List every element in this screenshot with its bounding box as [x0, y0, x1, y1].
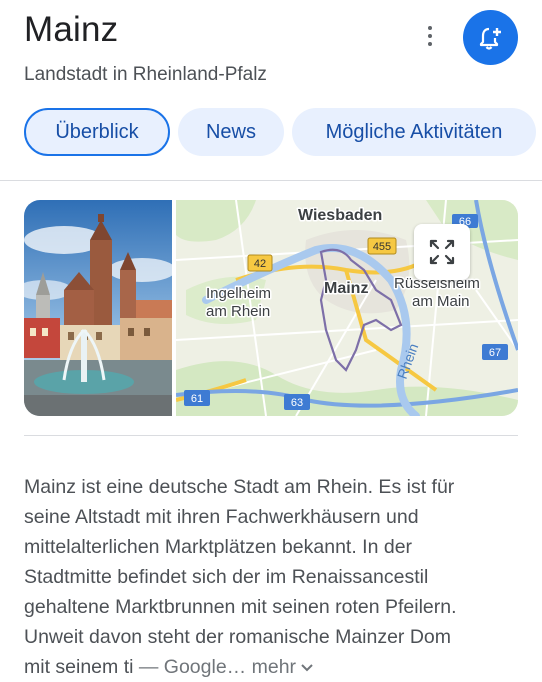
divider — [24, 435, 518, 436]
road-shield-42: 42 — [254, 258, 266, 270]
more-options-button[interactable] — [416, 22, 444, 50]
more-vert-icon — [428, 26, 432, 46]
description-line: Stadtmitte befindet sich der im Renaissa… — [24, 566, 429, 588]
map-label-ingelheim-2: am Rhein — [206, 303, 270, 320]
more-button[interactable]: mehr — [252, 656, 314, 678]
tab-ueberblick[interactable]: Überblick — [24, 108, 170, 156]
city-photo[interactable] — [24, 200, 172, 416]
description-line: mittelalterlichen Marktplätzen bekannt. … — [24, 536, 413, 558]
fullscreen-icon — [429, 239, 455, 265]
map-label-mainz: Mainz — [324, 280, 368, 297]
source-link[interactable]: — Google… — [139, 656, 246, 678]
chevron-down-icon — [301, 664, 313, 672]
tab-news[interactable]: News — [178, 108, 284, 156]
add-alert-icon — [479, 27, 501, 50]
map-label-ingelheim: Ingelheim — [206, 285, 271, 302]
tab-moegliche-aktivitaeten[interactable]: Mögliche Aktivitäten — [292, 108, 536, 156]
road-shield-63: 63 — [291, 397, 303, 409]
road-shield-67: 67 — [489, 347, 501, 359]
map-label-ruesselsheim-2: am Main — [412, 293, 470, 310]
description-line: gehaltene Marktbrunnen mit seinen roten … — [24, 596, 457, 618]
follow-button[interactable] — [463, 10, 518, 65]
description-truncated: mit seinem ti — [24, 656, 134, 678]
description-line: Mainz ist eine deutsche Stadt am Rhein. … — [24, 476, 455, 498]
description-line-last: mit seinem ti — Google… mehr — [24, 652, 520, 682]
page-title: Mainz — [24, 10, 119, 49]
road-shield-61: 61 — [191, 393, 203, 405]
map-label-wiesbaden: Wiesbaden — [298, 207, 382, 224]
road-shield-455: 455 — [373, 241, 391, 253]
divider — [0, 180, 542, 181]
description: Mainz ist eine deutsche Stadt am Rhein. … — [24, 472, 520, 682]
page-subtitle: Landstadt in Rheinland-Pfalz — [24, 64, 267, 85]
description-line: seine Altstadt mit ihren Fachwerkhäusern… — [24, 506, 419, 528]
more-label: mehr — [251, 656, 297, 678]
fullscreen-button[interactable] — [414, 224, 470, 280]
description-line: Unweit davon steht der romanische Mainze… — [24, 626, 452, 648]
